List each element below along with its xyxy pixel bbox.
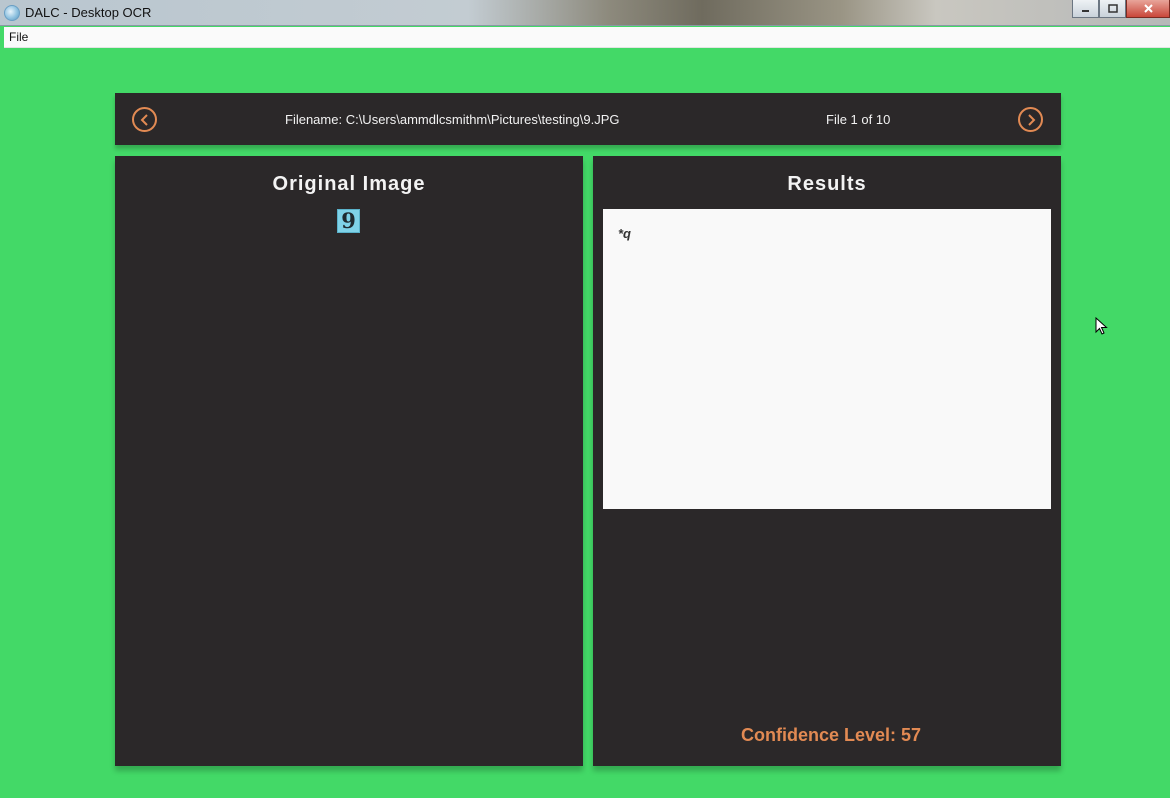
original-image-thumbnail: 9 xyxy=(337,209,360,233)
file-counter: File 1 of 10 xyxy=(826,112,891,127)
minimize-icon xyxy=(1082,10,1089,12)
window-controls xyxy=(1072,0,1170,18)
filename-label: Filename: C:\Users\ammdlcsmithm\Pictures… xyxy=(285,112,620,127)
close-button[interactable] xyxy=(1126,0,1170,18)
confidence-level: Confidence Level: 57 xyxy=(593,725,1069,746)
confidence-label: Confidence Level: xyxy=(740,725,896,745)
window-title: DALC - Desktop OCR xyxy=(25,5,152,20)
results-text-area[interactable]: *q xyxy=(603,209,1051,509)
minimize-button[interactable] xyxy=(1072,0,1099,18)
next-file-button[interactable] xyxy=(1018,107,1043,132)
chevron-left-icon xyxy=(140,113,148,126)
results-panel: Results *q Confidence Level: 57 xyxy=(593,156,1061,766)
previous-file-button[interactable] xyxy=(132,107,157,132)
mouse-cursor-icon xyxy=(1095,317,1108,335)
app-icon xyxy=(4,5,20,21)
maximize-button[interactable] xyxy=(1099,0,1126,18)
window-left-edge xyxy=(0,27,4,798)
maximize-icon xyxy=(1107,4,1118,13)
thumbnail-glyph: 9 xyxy=(341,207,356,233)
file-navigation-bar: Filename: C:\Users\ammdlcsmithm\Pictures… xyxy=(115,93,1061,145)
close-icon xyxy=(1143,4,1153,13)
window-title-bar[interactable]: DALC - Desktop OCR xyxy=(0,0,1170,26)
original-image-panel: Original Image 9 xyxy=(115,156,583,766)
results-title: Results xyxy=(787,173,867,195)
confidence-value: 57 xyxy=(901,725,922,745)
menu-bar: File xyxy=(4,27,1170,48)
chevron-right-icon xyxy=(1027,113,1035,126)
original-image-title: Original Image xyxy=(272,173,426,195)
result-text: *q xyxy=(618,226,631,241)
menu-file[interactable]: File xyxy=(9,30,28,44)
